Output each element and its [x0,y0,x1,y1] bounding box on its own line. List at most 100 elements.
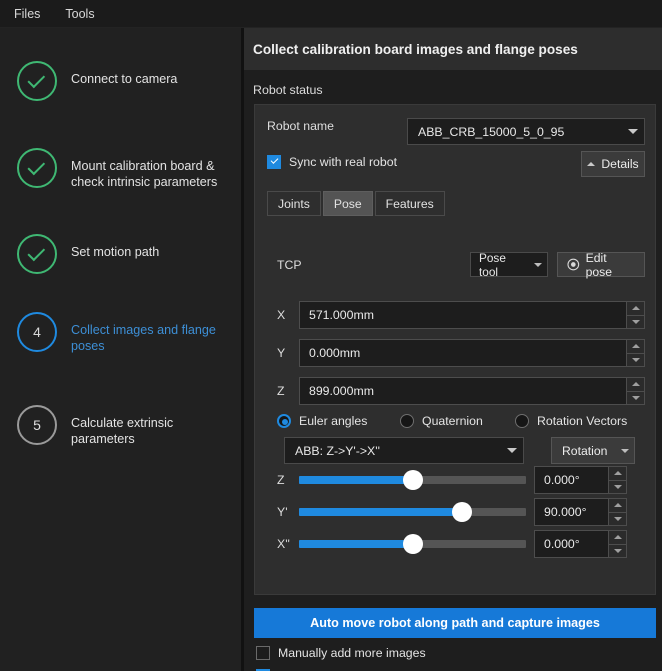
triangle-down-icon [613,484,622,489]
angle-y-prime-stepper[interactable] [609,498,627,526]
angle-z-spinbox[interactable]: 0.000° [534,466,627,494]
angle-row-z: Z [277,470,526,490]
slider-fill [299,476,413,484]
angle-y-prime-spinbox[interactable]: 90.000° [534,498,627,526]
radio-label: Quaternion [422,414,483,428]
angle-slider-x-double-prime[interactable] [299,534,526,554]
x-spinbox[interactable]: 571.000mm [299,301,645,329]
stepper-down-button[interactable] [627,390,644,405]
checkbox-indicator [256,646,270,660]
radio-indicator [277,414,291,428]
auto-move-robot-label: Auto move robot along path and capture i… [310,616,600,630]
robot-status-section-label: Robot status [253,83,323,97]
sync-checkbox-label: Sync with real robot [289,155,397,169]
angle-x-double-prime-spinbox[interactable]: 0.000° [534,530,627,558]
triangle-up-icon [631,344,640,349]
sidebar-item-collect-images[interactable]: 4 Collect images and flange poses [17,312,232,354]
menu-item-tools[interactable]: Tools [54,2,105,26]
step-status-circle-done [17,61,57,101]
y-stepper[interactable] [627,339,645,367]
z-spinbox[interactable]: 899.000mm [299,377,645,405]
tab-features[interactable]: Features [374,191,445,216]
pose-tool-label: Pose tool [479,250,506,279]
stepper-down-button[interactable] [627,314,644,329]
robot-name-value: ABB_CRB_15000_5_0_95 [418,124,565,139]
triangle-up-icon [631,306,640,311]
chevron-down-icon [507,448,517,453]
angle-z-stepper[interactable] [609,466,627,494]
radio-indicator [400,414,414,428]
radio-euler-angles[interactable]: Euler angles [277,414,400,428]
stepper-down-button[interactable] [609,511,626,526]
angle-slider-y-prime[interactable] [299,502,526,522]
angle-x-double-prime-value-field[interactable]: 0.000° [534,530,609,558]
sidebar-item-label: Collect images and flange poses [71,323,216,353]
stepper-up-button[interactable] [627,340,644,353]
tcp-label: TCP [277,258,302,272]
manually-add-more-images-checkbox[interactable]: Manually add more images [256,646,426,660]
stepper-up-button[interactable] [627,378,644,391]
stepper-down-button[interactable] [609,543,626,558]
checkbox-indicator [267,155,281,169]
edit-pose-button[interactable]: Edit pose [557,251,645,279]
x-value-field[interactable]: 571.000mm [299,301,627,329]
pose-tabbar: Joints Pose Features [267,191,445,216]
tab-joints[interactable]: Joints [267,191,321,216]
slider-fill [299,540,413,548]
y-value-field[interactable]: 0.000mm [299,339,627,367]
stepper-up-button[interactable] [609,467,626,480]
stepper-down-button[interactable] [609,479,626,494]
tab-pose[interactable]: Pose [322,191,373,216]
slider-handle[interactable] [452,502,473,522]
chevron-down-icon [621,448,630,453]
slider-handle[interactable] [402,470,423,490]
radio-quaternion[interactable]: Quaternion [400,414,515,428]
radio-indicator [515,414,529,428]
check-icon [27,157,46,175]
stepper-up-button[interactable] [609,531,626,544]
step-number-circle-pending: 5 [17,405,57,445]
triangle-down-icon [631,319,640,324]
details-button-label: Details [601,157,639,171]
details-button[interactable]: Details [581,151,645,177]
y-spinbox[interactable]: 0.000mm [299,339,645,367]
angle-y-prime-value-field[interactable]: 90.000° [534,498,609,526]
sync-with-real-robot-checkbox[interactable]: Sync with real robot [267,155,397,169]
euler-convention-select[interactable]: ABB: Z->Y'->X'' [284,437,524,464]
sidebar-item-mount-calibration-board[interactable]: Mount calibration board & check intrinsi… [17,148,232,190]
stepper-up-button[interactable] [627,302,644,315]
robot-name-select[interactable]: ABB_CRB_15000_5_0_95 [407,118,645,145]
angle-x-double-prime-stepper[interactable] [609,530,627,558]
x-stepper[interactable] [627,301,645,329]
triangle-up-icon [613,535,622,540]
triangle-up-icon [631,382,640,387]
robot-name-label: Robot name [267,119,334,133]
angle-slider-z[interactable] [299,470,526,490]
stepper-up-button[interactable] [609,499,626,512]
check-icon [27,70,46,88]
auto-move-robot-button[interactable]: Auto move robot along path and capture i… [254,608,656,638]
angle-z-value-field[interactable]: 0.000° [534,466,609,494]
z-value-field[interactable]: 899.000mm [299,377,627,405]
pose-tool-select[interactable]: Pose tool [470,250,548,279]
sidebar-item-calculate-extrinsic[interactable]: 5 Calculate extrinsic parameters [17,405,232,447]
chevron-down-icon [534,262,542,267]
slider-handle[interactable] [402,534,423,554]
manually-add-label: Manually add more images [278,646,426,660]
sidebar-item-label: Connect to camera [71,72,178,86]
radio-rotation-vectors[interactable]: Rotation Vectors [515,414,627,428]
target-icon [567,258,580,271]
stepper-down-button[interactable] [627,352,644,367]
menu-item-files[interactable]: Files [3,2,51,26]
angle-axis-label: X'' [277,537,290,551]
sidebar-item-connect-to-camera[interactable]: Connect to camera [17,61,232,101]
tab-label: Pose [333,196,362,211]
euler-convention-value: ABB: Z->Y'->X'' [295,443,380,458]
step-number-circle-current: 4 [17,312,57,352]
sidebar-item-set-motion-path[interactable]: Set motion path [17,234,232,274]
angle-row-x-double-prime: X'' [277,534,526,554]
z-stepper[interactable] [627,377,645,405]
rotation-button-label: Rotation [562,443,608,458]
step-status-circle-done [17,234,57,274]
rotation-menu-button[interactable]: Rotation [551,437,635,464]
